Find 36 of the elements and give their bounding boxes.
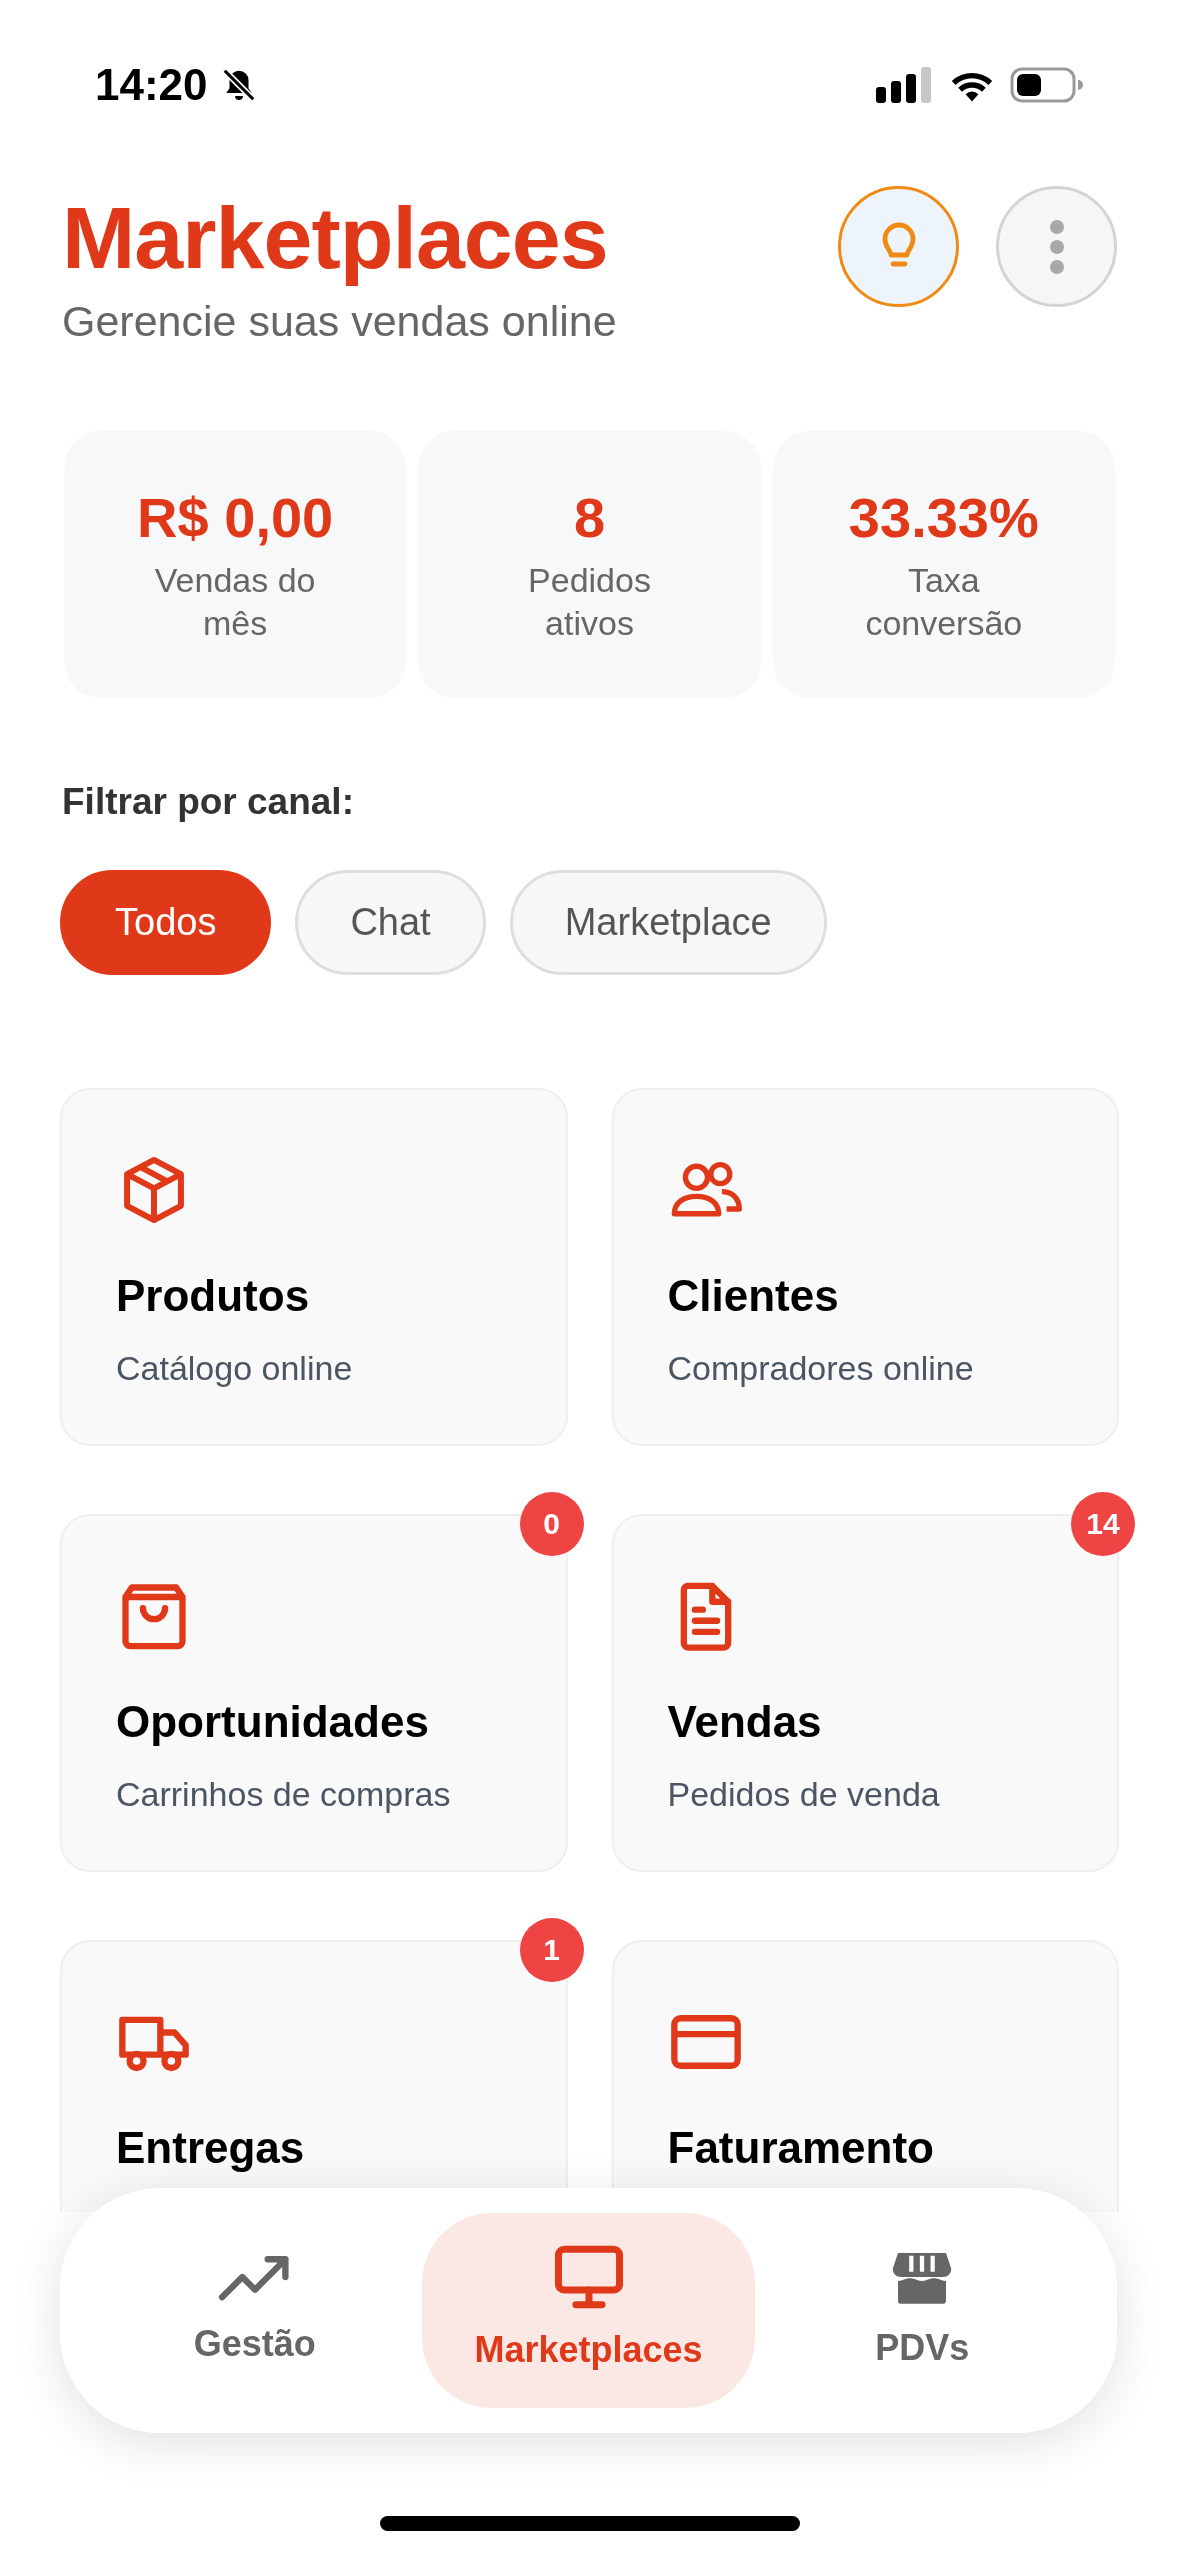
module-card[interactable]: Produtos Catálogo online — [60, 1087, 568, 1446]
module-subtitle: Pedidos de venda — [667, 1773, 940, 1815]
module-subtitle: Compradores online — [667, 1347, 974, 1389]
module-title: Oportunidades — [116, 1695, 430, 1748]
nav-tab[interactable]: Marketplaces — [421, 2213, 756, 2408]
module-title: Clientes — [667, 1269, 840, 1322]
stat-label: Taxa conversão — [864, 559, 1024, 644]
nav-tab[interactable]: Gestão — [88, 2213, 422, 2408]
module-card[interactable]: Faturamento — [611, 1939, 1119, 2212]
module-subtitle: Carrinhos de compras — [116, 1773, 451, 1815]
stat-label: Vendas do mês — [153, 559, 317, 644]
module-card[interactable]: Clientes Compradores online — [611, 1087, 1119, 1446]
module-title: Produtos — [116, 1269, 311, 1322]
battery-icon — [1010, 67, 1084, 103]
stat-value: 8 — [573, 484, 606, 551]
nav-tab[interactable]: PDVs — [755, 2213, 1089, 2408]
stat-value: 33.33% — [848, 484, 1039, 551]
filter-chip[interactable]: Chat — [295, 869, 486, 975]
stat-label: Pedidos ativos — [527, 559, 652, 644]
status-time: 14:20 — [95, 59, 208, 111]
filter-chip[interactable]: Marketplace — [509, 869, 827, 975]
filter-chip[interactable]: Todos — [60, 869, 272, 975]
page-subtitle: Gerencie suas vendas online — [62, 296, 617, 347]
stat-value: R$ 0,00 — [137, 484, 334, 551]
module-title: Entregas — [116, 2121, 306, 2174]
filter-label: Filtrar por canal: — [61, 780, 355, 824]
page-title: Marketplaces — [62, 187, 609, 289]
monitor-icon — [553, 2244, 624, 2309]
module-subtitle: Catálogo online — [116, 1347, 353, 1389]
count-badge: 1 — [519, 1917, 584, 1982]
module-title: Vendas — [667, 1695, 823, 1748]
more-options-icon — [1048, 218, 1065, 275]
module-title: Faturamento — [667, 2121, 935, 2174]
count-badge: 0 — [519, 1491, 584, 1556]
signal-icon — [876, 67, 934, 103]
count-badge: 14 — [1071, 1491, 1135, 1556]
